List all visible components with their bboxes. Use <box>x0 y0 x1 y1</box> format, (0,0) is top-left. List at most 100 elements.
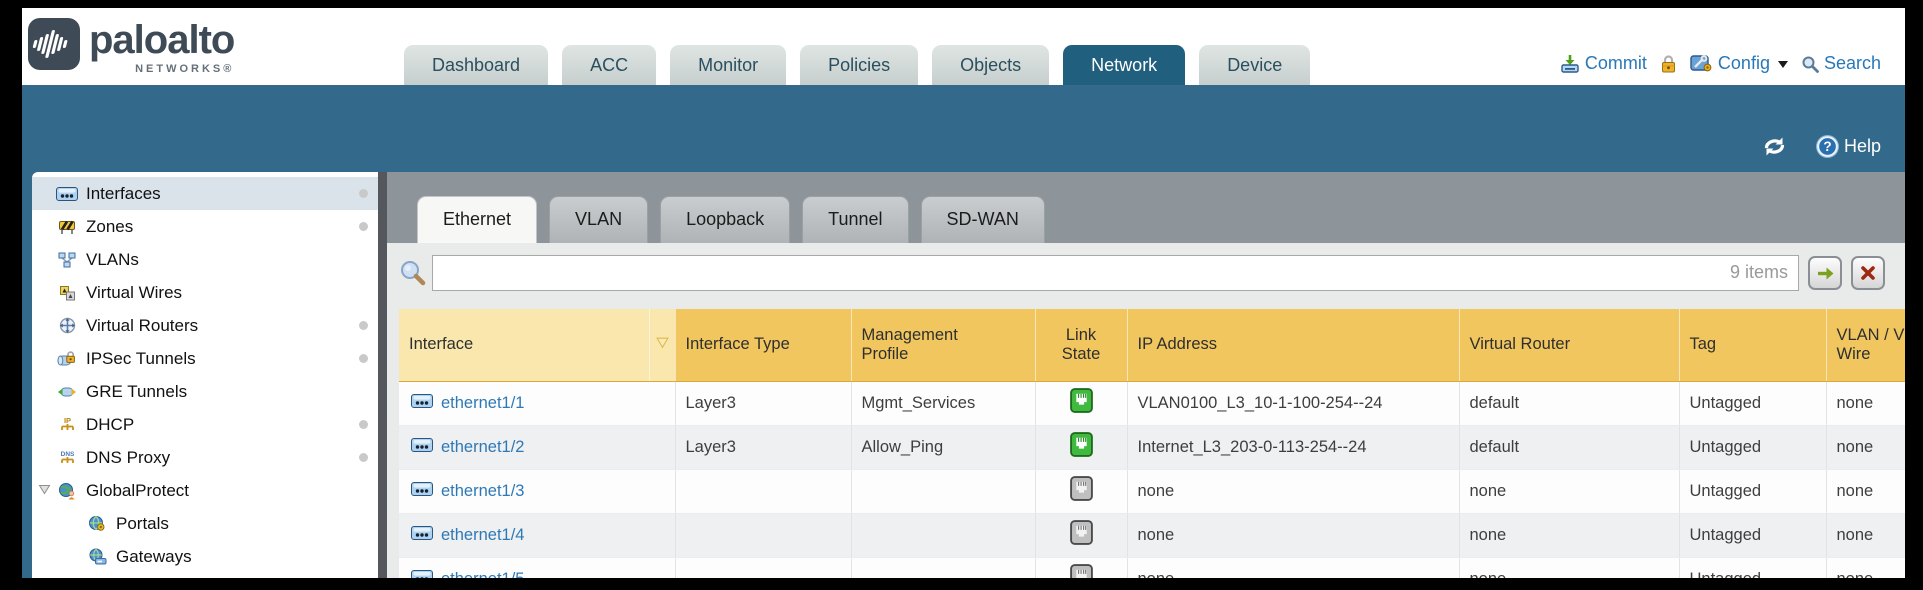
table-header-row: Interface Interface Type Management Profil… <box>399 309 1905 381</box>
sidebar-item-gre-tunnels[interactable]: GRE Tunnels <box>32 375 378 408</box>
sidebar-item-globalprotect[interactable]: GlobalProtect <box>32 474 378 507</box>
config-label: Config <box>1718 53 1770 74</box>
table-row[interactable]: ethernet1/2Layer3Allow_PingInternet_L3_2… <box>399 425 1905 469</box>
cell-management-profile: Mgmt_Services <box>851 381 1035 425</box>
sidebar-item-ipsec-tunnels[interactable]: IPSec Tunnels <box>32 342 378 375</box>
apply-filter-button[interactable] <box>1808 256 1842 290</box>
clear-filter-button[interactable] <box>1851 256 1885 290</box>
dhcp-icon: IP <box>55 416 79 434</box>
sidebar-item-dns-proxy[interactable]: DNSDNS Proxy <box>32 441 378 474</box>
filter-magnifier-icon <box>399 259 427 287</box>
expander-icon[interactable] <box>38 484 51 495</box>
column-header-link[interactable]: Link State <box>1035 309 1127 381</box>
commit-icon <box>1560 54 1580 74</box>
interfaces-table-wrap: Interface Interface Type Management Profil… <box>399 309 1905 578</box>
config-icon <box>1690 54 1713 73</box>
sidebar-item-interfaces[interactable]: Interfaces <box>32 177 378 210</box>
column-header-vr[interactable]: Virtual Router <box>1459 309 1679 381</box>
config-dropdown[interactable]: Config <box>1690 53 1788 74</box>
filter-input[interactable] <box>433 256 1798 290</box>
cell-vlan-virtual-wire: none <box>1826 513 1905 557</box>
cell-interface: ethernet1/1 <box>399 381 675 425</box>
column-label: Interface Type <box>686 335 790 353</box>
sidebar-item-label: Interfaces <box>86 184 161 204</box>
link-down-icon <box>1070 476 1093 501</box>
sidebar-item-virtual-wires[interactable]: Virtual Wires <box>32 276 378 309</box>
svg-text:IP: IP <box>63 416 70 425</box>
table-row[interactable]: ethernet1/3nonenoneUntaggednone <box>399 469 1905 513</box>
column-label: Link State <box>1056 326 1106 364</box>
column-header-ip[interactable]: IP Address <box>1127 309 1459 381</box>
subtab-loopback[interactable]: Loopback <box>660 196 790 243</box>
column-header-mgmt[interactable]: Management Profile <box>851 309 1035 381</box>
sidebar-item-label: Virtual Wires <box>86 283 182 303</box>
interface-link[interactable]: ethernet1/4 <box>441 526 524 544</box>
cell-interface-type <box>675 513 851 557</box>
panos-app: paloalto NETWORKS® DashboardACCMonitorPo… <box>22 8 1905 578</box>
sidebar-item-gateways[interactable]: Gateways <box>32 540 378 573</box>
ipsec-tunnels-icon <box>55 350 79 367</box>
cell-management-profile <box>851 513 1035 557</box>
cell-interface: ethernet1/4 <box>399 513 675 557</box>
interface-link[interactable]: ethernet1/3 <box>441 482 524 500</box>
interfaces-table: Interface Interface Type Management Profil… <box>399 309 1905 578</box>
link-down-icon <box>1070 520 1093 545</box>
table-row[interactable]: ethernet1/1Layer3Mgmt_ServicesVLAN0100_L… <box>399 381 1905 425</box>
column-label: Virtual Router <box>1470 335 1571 353</box>
help-button[interactable]: ? Help <box>1815 134 1881 159</box>
brand-name: paloalto <box>89 18 234 62</box>
sidebar-item-portals[interactable]: Portals <box>32 507 378 540</box>
column-header-vlan[interactable]: VLAN / Virtual Wire <box>1826 309 1905 381</box>
tab-network[interactable]: Network <box>1063 45 1185 85</box>
paloalto-logo-icon <box>28 18 80 70</box>
interface-link[interactable]: ethernet1/1 <box>441 394 524 412</box>
tab-dashboard[interactable]: Dashboard <box>404 45 548 85</box>
sidebar-item-label: Zones <box>86 217 133 237</box>
sidebar-item-label: Gateways <box>116 547 192 567</box>
cell-interface: ethernet1/3 <box>399 469 675 513</box>
cell-ip-address: VLAN0100_L3_10-1-100-254--24 <box>1127 381 1459 425</box>
cell-vlan-virtual-wire: none <box>1826 469 1905 513</box>
cell-interface-type <box>675 557 851 578</box>
tab-objects[interactable]: Objects <box>932 45 1049 85</box>
top-toolbar: Commit <box>1560 53 1881 74</box>
interface-sort-dropdown[interactable] <box>649 309 675 381</box>
tab-device[interactable]: Device <box>1199 45 1310 85</box>
panel-splitter[interactable] <box>378 172 387 578</box>
content-body: 9 items <box>387 243 1905 578</box>
svg-text:DNS: DNS <box>60 451 74 458</box>
commit-label: Commit <box>1585 53 1647 74</box>
column-label: Tag <box>1690 335 1717 353</box>
commit-button[interactable]: Commit <box>1560 53 1647 74</box>
status-dot <box>359 189 368 198</box>
tab-monitor[interactable]: Monitor <box>670 45 786 85</box>
lock-icon[interactable] <box>1660 54 1677 74</box>
sidebar-item-dhcp[interactable]: IPDHCP <box>32 408 378 441</box>
search-button[interactable]: Search <box>1801 53 1881 74</box>
table-row[interactable]: ethernet1/5nonenoneUntaggednone <box>399 557 1905 578</box>
red-x-icon <box>1860 265 1876 281</box>
sidebar-item-vlans[interactable]: VLANs <box>32 243 378 276</box>
screenshot-frame: paloalto NETWORKS® DashboardACCMonitorPo… <box>0 0 1923 590</box>
table-row[interactable]: ethernet1/4nonenoneUntaggednone <box>399 513 1905 557</box>
interface-link[interactable]: ethernet1/5 <box>441 570 524 579</box>
secondary-band: ? Help <box>22 85 1905 172</box>
cell-ip-address: Internet_L3_203-0-113-254--24 <box>1127 425 1459 469</box>
column-header-tag[interactable]: Tag <box>1679 309 1826 381</box>
tab-acc[interactable]: ACC <box>562 45 656 85</box>
subtab-tunnel[interactable]: Tunnel <box>802 196 908 243</box>
cell-tag: Untagged <box>1679 469 1826 513</box>
interface-link[interactable]: ethernet1/2 <box>441 438 524 456</box>
column-header-interface[interactable]: Interface <box>399 309 649 381</box>
subtab-sd-wan[interactable]: SD-WAN <box>921 196 1045 243</box>
sidebar-item-virtual-routers[interactable]: Virtual Routers <box>32 309 378 342</box>
ethernet-interface-icon <box>411 570 433 579</box>
subtab-ethernet[interactable]: Ethernet <box>417 196 537 243</box>
sidebar-item-zones[interactable]: Zones <box>32 210 378 243</box>
tab-policies[interactable]: Policies <box>800 45 918 85</box>
search-icon <box>1801 55 1819 73</box>
sidebar-item-label: Virtual Routers <box>86 316 198 336</box>
subtab-vlan[interactable]: VLAN <box>549 196 648 243</box>
column-header-type[interactable]: Interface Type <box>675 309 851 381</box>
refresh-icon[interactable] <box>1762 135 1787 158</box>
